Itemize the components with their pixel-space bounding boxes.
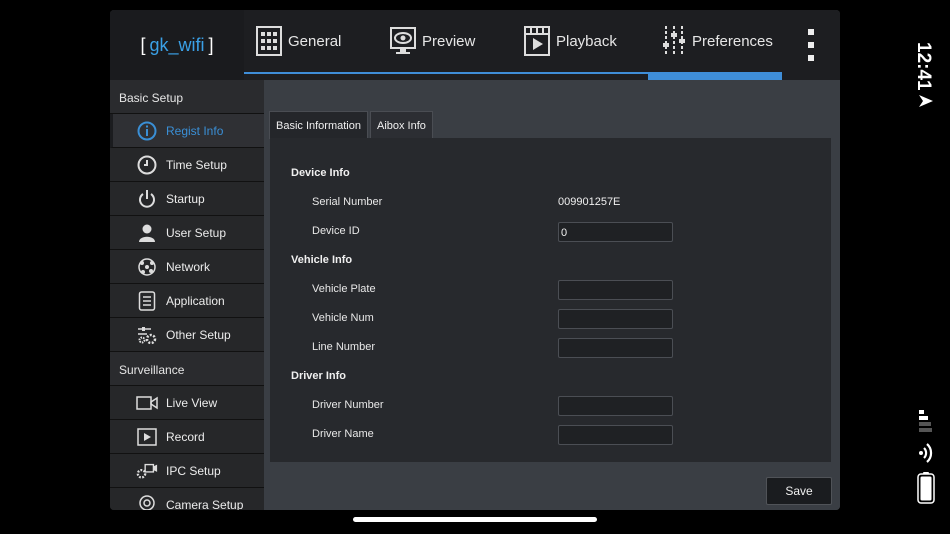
device-name-label: gk_wifi bbox=[149, 34, 205, 55]
main-content: Basic Information Aibox Info Device Info… bbox=[264, 80, 840, 510]
vehicle-plate-input[interactable] bbox=[558, 280, 673, 300]
wifi-icon bbox=[919, 443, 933, 463]
sidebar-item-regist-info[interactable]: Regist Info bbox=[110, 114, 264, 148]
subtab-bar: Basic Information Aibox Info bbox=[269, 111, 435, 139]
network-icon bbox=[136, 256, 158, 278]
driver-name-label: Driver Name bbox=[312, 428, 374, 440]
tab-playback[interactable]: Playback bbox=[524, 10, 617, 72]
sidebar-item-label: User Setup bbox=[166, 225, 227, 240]
sidebar: Basic Setup Regist Info Time Setup Start… bbox=[110, 80, 264, 510]
driver-name-input[interactable] bbox=[558, 425, 673, 445]
sidebar-item-label: Live View bbox=[166, 395, 218, 410]
sidebar-item-live-view[interactable]: Live View bbox=[110, 386, 264, 420]
battery-icon bbox=[917, 472, 935, 504]
sidebar-item-label: Network bbox=[166, 259, 211, 274]
section-basic-setup: Basic Setup bbox=[110, 80, 264, 114]
serial-number-label: Serial Number bbox=[312, 196, 383, 208]
vehicle-num-input[interactable] bbox=[558, 309, 673, 329]
app-window: [ gk_wifi ] General Preview Playback Pre… bbox=[110, 10, 840, 510]
tab-playback-label: Playback bbox=[556, 32, 617, 50]
camera-icon bbox=[136, 392, 158, 414]
grid-icon bbox=[256, 26, 282, 56]
sidebar-item-record[interactable]: Record bbox=[110, 420, 264, 454]
sidebar-item-time-setup[interactable]: Time Setup bbox=[110, 148, 264, 182]
sidebar-item-startup[interactable]: Startup bbox=[110, 182, 264, 216]
status-clock: 12:41 bbox=[906, 40, 946, 100]
tab-preferences-label: Preferences bbox=[692, 32, 773, 50]
sidebar-item-label: Regist Info bbox=[166, 123, 224, 138]
sidebar-item-network[interactable]: Network bbox=[110, 250, 264, 284]
tab-active-indicator bbox=[648, 72, 782, 80]
sidebar-item-other-setup[interactable]: Other Setup bbox=[110, 318, 264, 352]
sidebar-item-application[interactable]: Application bbox=[110, 284, 264, 318]
sidebar-item-label: IPC Setup bbox=[166, 463, 221, 478]
device-name: [ gk_wifi ] bbox=[110, 10, 244, 80]
sidebar-item-camera-setup[interactable]: Camera Setup bbox=[110, 488, 264, 510]
tab-general-label: General bbox=[288, 32, 342, 50]
play-box-icon bbox=[136, 426, 158, 448]
sidebar-item-label: Startup bbox=[166, 191, 205, 206]
device-info-heading: Device Info bbox=[291, 167, 350, 179]
tab-preferences[interactable]: Preferences bbox=[662, 10, 773, 72]
signal-icon bbox=[919, 410, 932, 432]
bracket-open: [ bbox=[140, 34, 146, 55]
tab-underline bbox=[244, 72, 648, 74]
gears-icon bbox=[136, 324, 158, 346]
device-id-label: Device ID bbox=[312, 225, 360, 237]
driver-number-label: Driver Number bbox=[312, 399, 384, 411]
driver-number-input[interactable] bbox=[558, 396, 673, 416]
info-icon bbox=[136, 120, 158, 142]
svg-text:12:41: 12:41 bbox=[913, 42, 934, 91]
location-arrow-icon bbox=[919, 95, 933, 107]
more-vertical-icon bbox=[808, 29, 814, 61]
film-play-icon bbox=[524, 26, 550, 56]
power-icon bbox=[136, 188, 158, 210]
monitor-eye-icon bbox=[390, 27, 416, 54]
clock-icon bbox=[136, 154, 158, 176]
user-icon bbox=[136, 222, 158, 244]
tab-preview[interactable]: Preview bbox=[390, 10, 475, 72]
webcam-icon bbox=[136, 494, 158, 510]
device-id-input[interactable]: 0 bbox=[558, 222, 673, 242]
subtab-basic-information[interactable]: Basic Information bbox=[269, 111, 368, 139]
line-number-label: Line Number bbox=[312, 341, 375, 353]
bracket-close: ] bbox=[208, 34, 214, 55]
sidebar-item-label: Time Setup bbox=[166, 157, 227, 172]
line-number-input[interactable] bbox=[558, 338, 673, 358]
subtab-aibox-info[interactable]: Aibox Info bbox=[369, 111, 433, 139]
section-surveillance: Surveillance bbox=[110, 352, 264, 386]
sidebar-item-label: Record bbox=[166, 429, 205, 444]
sidebar-item-user-setup[interactable]: User Setup bbox=[110, 216, 264, 250]
save-button[interactable]: Save bbox=[766, 477, 832, 505]
tab-general[interactable]: General bbox=[256, 10, 341, 72]
sidebar-item-label: Other Setup bbox=[166, 327, 231, 342]
tab-preview-label: Preview bbox=[422, 32, 476, 50]
sidebar-item-ipc-setup[interactable]: IPC Setup bbox=[110, 454, 264, 488]
top-bar: [ gk_wifi ] General Preview Playback Pre… bbox=[110, 10, 840, 80]
document-icon bbox=[136, 290, 158, 312]
sliders-icon bbox=[663, 26, 685, 56]
ipc-camera-icon bbox=[136, 460, 158, 482]
vehicle-num-label: Vehicle Num bbox=[312, 312, 374, 324]
driver-info-heading: Driver Info bbox=[291, 370, 347, 382]
regist-info-panel: Device Info Serial Number 009901257E Dev… bbox=[270, 138, 831, 462]
sidebar-item-label: Application bbox=[166, 293, 225, 308]
home-indicator[interactable] bbox=[353, 517, 597, 522]
serial-number-value: 009901257E bbox=[558, 196, 621, 208]
more-menu-button[interactable] bbox=[782, 10, 840, 80]
vehicle-info-heading: Vehicle Info bbox=[291, 254, 353, 266]
vehicle-plate-label: Vehicle Plate bbox=[312, 283, 376, 295]
sidebar-item-label: Camera Setup bbox=[166, 497, 244, 511]
